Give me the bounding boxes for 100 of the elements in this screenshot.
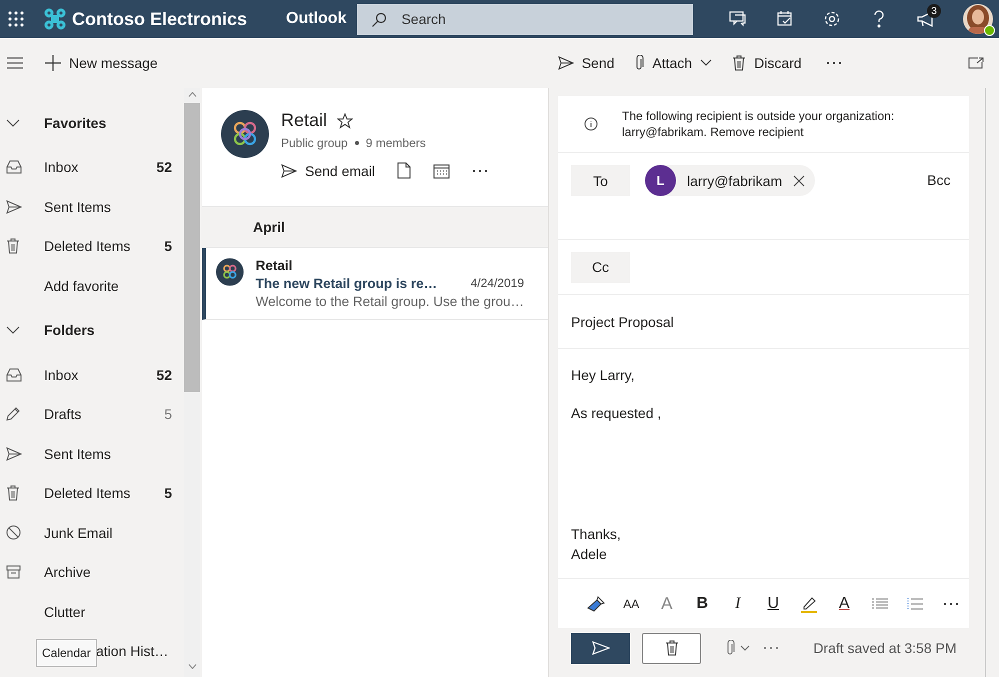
message-subject: The new Retail group is re…	[256, 276, 438, 291]
app-launcher-icon[interactable]	[8, 11, 24, 27]
discard-button[interactable]	[642, 632, 701, 664]
folder-name: Junk Email	[44, 524, 114, 541]
app-name[interactable]: Outlook	[286, 10, 346, 28]
font-size-button[interactable]: AA	[614, 588, 649, 618]
organization-name: Contoso Electronics	[72, 8, 248, 30]
new-message-button[interactable]: New message	[45, 55, 158, 71]
folder-item[interactable]: Deleted Items 5	[0, 226, 184, 266]
blocked-icon	[6, 525, 21, 540]
search-icon	[371, 12, 388, 28]
message-item[interactable]: Retail The new Retail group is re… 4/24/2019 Welcome to the Retail group. Use the grou…	[202, 248, 548, 320]
scroll-down-icon[interactable]	[188, 664, 196, 669]
message-preview: Welcome to the Retail group. Use the grou…	[256, 294, 524, 309]
italic-button[interactable]: I	[720, 588, 756, 618]
signature-text: Thanks,	[571, 526, 621, 542]
pencil-icon	[6, 407, 20, 422]
inbox-icon	[6, 160, 22, 174]
folder-item[interactable]: Junk Email	[0, 513, 184, 552]
paperclip-icon	[634, 55, 644, 71]
bcc-link[interactable]: Bcc	[927, 172, 950, 188]
pop-out-icon[interactable]	[968, 57, 984, 69]
send-icon	[6, 200, 22, 214]
document-icon[interactable]	[397, 162, 412, 179]
send-button[interactable]	[571, 632, 630, 664]
notification-badge: 3	[927, 4, 941, 18]
send-icon	[592, 641, 610, 655]
info-icon	[584, 117, 598, 131]
trash-icon	[6, 238, 20, 254]
more-icon[interactable]	[472, 168, 488, 172]
grow-font-button[interactable]: A	[649, 588, 684, 618]
unread-count: 52	[156, 366, 172, 383]
folder-name: Drafts	[44, 406, 82, 422]
chevron-icon	[700, 59, 712, 67]
send-icon	[281, 164, 297, 178]
recipient-chip[interactable]: L larry@fabrikam	[645, 165, 816, 196]
recipient-address: larry@fabrikam	[687, 172, 782, 188]
date-group-label: April	[253, 219, 285, 235]
group-type: Public group	[281, 136, 348, 150]
search-field[interactable]: Search	[357, 4, 694, 34]
message-date: 4/24/2019	[470, 276, 524, 291]
attach-button[interactable]: Attach	[634, 55, 712, 71]
font-color-button[interactable]: A	[826, 588, 862, 618]
folder-item[interactable]: Deleted Items 5	[0, 474, 184, 513]
profile-avatar[interactable]	[963, 4, 993, 34]
folder-section-header[interactable]: Favorites	[0, 98, 184, 148]
folder-name: Add favorite	[44, 278, 120, 294]
calendar-icon[interactable]	[433, 162, 450, 178]
notifications-button[interactable]: 3	[902, 0, 949, 38]
external-recipient-notice: The following recipient is outside your organization: larry@fabrikam. Remove recipient	[622, 108, 896, 140]
attach-icon[interactable]	[725, 640, 751, 656]
recipient-avatar: L	[645, 165, 676, 196]
folder-name: Deleted Items	[44, 238, 132, 254]
body-text: As requested ,	[571, 405, 662, 422]
folder-name: Sent Items	[44, 446, 112, 462]
subject-field[interactable]: Project Proposal	[571, 314, 674, 330]
folder-item[interactable]: Add favorite	[0, 266, 184, 306]
folder-name: Archive	[44, 564, 92, 580]
unread-count: 5	[164, 406, 172, 422]
send-icon	[6, 446, 22, 461]
send-email-button[interactable]: Send email	[281, 162, 376, 178]
star-icon[interactable]	[337, 112, 354, 128]
bold-button[interactable]: B	[684, 588, 720, 618]
folder-name: Inbox	[44, 159, 80, 176]
folder-item[interactable]: Sent Items	[0, 187, 184, 226]
more-icon[interactable]	[826, 61, 842, 65]
trash-icon	[664, 640, 678, 656]
folder-name: Inbox	[44, 366, 80, 383]
cc-button[interactable]: Cc	[571, 252, 630, 282]
group-name: Retail	[281, 110, 328, 131]
logo-icon	[44, 8, 66, 30]
message-sender: Retail	[256, 258, 294, 273]
member-count: 9 members	[366, 136, 426, 150]
folder-item[interactable]: Inbox 52	[0, 355, 184, 394]
group-logo-icon	[216, 258, 244, 286]
group-logo-icon	[221, 110, 269, 158]
close-icon[interactable]	[793, 174, 806, 186]
underline-button[interactable]: U	[756, 588, 791, 618]
folder-name: Sent Items	[44, 198, 112, 215]
folder-item[interactable]: Inbox 52	[0, 148, 184, 187]
unread-count: 5	[164, 238, 172, 254]
folder-item[interactable]: Archive	[0, 552, 184, 592]
unread-count: 5	[164, 485, 172, 502]
discard-button[interactable]: Discard	[732, 55, 802, 71]
inbox-icon	[6, 368, 22, 382]
send-icon	[558, 56, 574, 70]
plus-icon	[45, 55, 61, 71]
folder-name: Deleted Items	[44, 485, 132, 502]
scroll-up-icon[interactable]	[188, 92, 196, 97]
folder-item[interactable]: Sent Items	[0, 434, 184, 474]
folder-name: ation Hist…	[96, 643, 170, 660]
to-button[interactable]: To	[571, 165, 630, 196]
trash-icon	[6, 485, 20, 502]
folder-item[interactable]: Drafts 5	[0, 394, 184, 434]
send-button[interactable]: Send	[558, 55, 614, 71]
folder-section-header[interactable]: Folders	[0, 306, 184, 355]
folder-name: Clutter	[44, 604, 86, 620]
menu-icon[interactable]	[7, 57, 23, 69]
folder-item[interactable]: Clutter	[0, 592, 184, 632]
trash-icon	[732, 55, 746, 71]
